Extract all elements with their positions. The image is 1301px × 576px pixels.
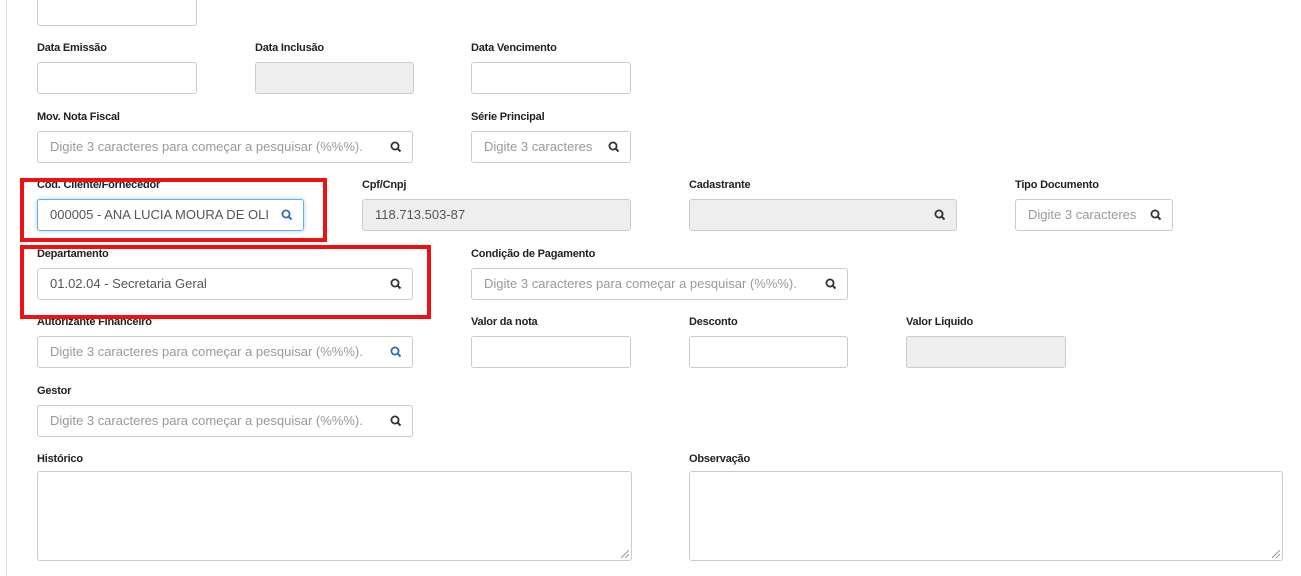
label-observacao: Observação [689, 453, 750, 465]
search-icon[interactable] [607, 140, 621, 154]
resize-grip-icon[interactable] [1272, 550, 1280, 558]
label-data-inclusao: Data Inclusão [255, 42, 324, 54]
left-border-line [6, 0, 7, 576]
gestor-search[interactable]: Digite 3 caracteres para começar a pesqu… [37, 405, 413, 437]
condicao-pagamento-placeholder: Digite 3 caracteres para começar a pesqu… [484, 276, 797, 291]
autorizante-financeiro-placeholder: Digite 3 caracteres para começar a pesqu… [50, 344, 363, 359]
mov-nota-fiscal-search[interactable]: Digite 3 caracteres para começar a pesqu… [37, 131, 413, 163]
label-gestor: Gestor [37, 385, 72, 397]
mov-nota-fiscal-placeholder: Digite 3 caracteres para começar a pesqu… [50, 139, 363, 154]
label-data-vencimento: Data Vencimento [471, 42, 557, 54]
data-inclusao-input [255, 62, 414, 94]
label-condicao-pagamento: Condição de Pagamento [471, 248, 596, 260]
label-desconto: Desconto [689, 316, 738, 328]
valor-liquido-input [906, 336, 1066, 368]
data-vencimento-input[interactable] [471, 62, 631, 94]
label-cpf-cnpj: Cpf/Cnpj [362, 179, 407, 191]
search-icon[interactable] [824, 277, 838, 291]
gestor-placeholder: Digite 3 caracteres para começar a pesqu… [50, 413, 363, 428]
data-emissao-input[interactable] [37, 62, 197, 94]
valor-nota-input[interactable] [471, 336, 631, 368]
label-valor-nota: Valor da nota [471, 316, 538, 328]
resize-grip-icon[interactable] [621, 550, 629, 558]
label-valor-liquido: Valor Liquido [906, 316, 974, 328]
serie-principal-search[interactable]: Digite 3 caracteres para começar a pesqu… [471, 131, 631, 163]
label-tipo-documento: Tipo Documento [1015, 179, 1099, 191]
cpf-cnpj-value: 118.713.503-87 [375, 207, 466, 222]
search-icon[interactable] [389, 140, 403, 154]
tipo-documento-search[interactable]: Digite 3 caracteres para começar a pesqu… [1015, 199, 1173, 231]
desconto-input[interactable] [689, 336, 848, 368]
highlight-departamento [20, 245, 431, 319]
label-mov-nota-fiscal: Mov. Nota Fiscal [37, 111, 120, 123]
search-icon[interactable] [933, 208, 947, 222]
cadastrante-search [689, 199, 957, 231]
serie-principal-placeholder: Digite 3 caracteres para começar a pesqu… [484, 139, 596, 154]
highlight-cod-cliente [20, 178, 327, 242]
observacao-textarea[interactable] [689, 471, 1283, 561]
search-icon[interactable] [389, 345, 403, 359]
search-icon[interactable] [1149, 208, 1163, 222]
top-partial-field[interactable] [37, 0, 197, 26]
cpf-cnpj-input: 118.713.503-87 [362, 199, 631, 231]
autorizante-financeiro-search[interactable]: Digite 3 caracteres para começar a pesqu… [37, 336, 413, 368]
tipo-documento-placeholder: Digite 3 caracteres para começar a pesqu… [1028, 207, 1138, 222]
label-cadastrante: Cadastrante [689, 179, 751, 191]
label-serie-principal: Série Principal [471, 111, 545, 123]
search-icon[interactable] [389, 414, 403, 428]
label-historico: Histórico [37, 453, 83, 465]
historico-textarea[interactable] [37, 471, 632, 561]
label-data-emissao: Data Emissão [37, 42, 107, 54]
condicao-pagamento-search[interactable]: Digite 3 caracteres para começar a pesqu… [471, 268, 848, 300]
